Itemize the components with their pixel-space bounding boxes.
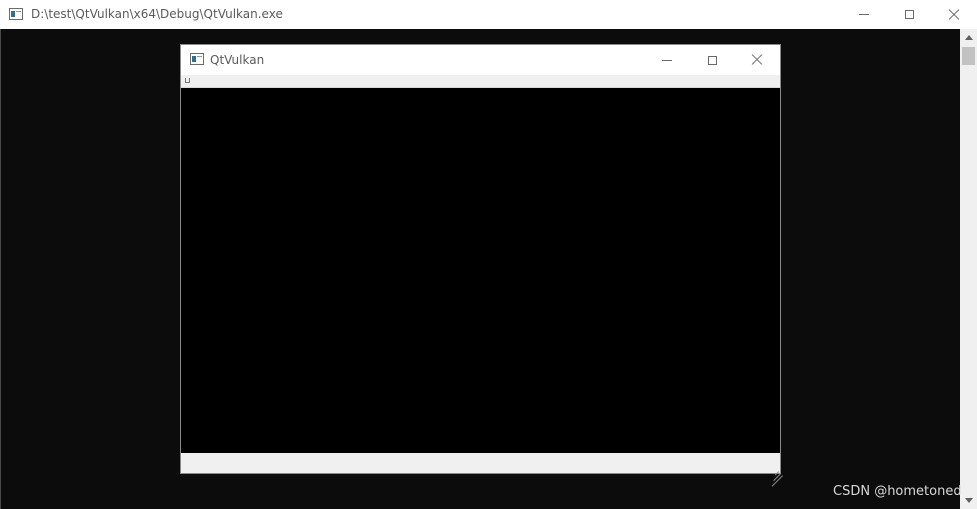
scroll-up-button[interactable] bbox=[960, 29, 977, 46]
close-icon bbox=[948, 9, 960, 21]
maximize-icon bbox=[707, 55, 717, 65]
minimize-icon bbox=[662, 59, 672, 61]
qt-window-title: QtVulkan bbox=[210, 53, 265, 67]
watermark: CSDN @hometoned bbox=[833, 484, 962, 499]
console-minimize-button[interactable] bbox=[841, 0, 887, 29]
qt-minimize-button[interactable] bbox=[644, 45, 690, 75]
arrow-down-icon bbox=[964, 498, 973, 503]
qtvulkan-window[interactable]: QtVulkan bbox=[180, 44, 783, 487]
console-close-button[interactable] bbox=[931, 0, 977, 29]
qt-toolbar bbox=[181, 75, 780, 88]
console-maximize-button[interactable] bbox=[886, 0, 932, 29]
qt-maximize-button[interactable] bbox=[689, 45, 735, 75]
console-titlebar[interactable]: D:\test\QtVulkan\x64\Debug\QtVulkan.exe bbox=[0, 0, 977, 29]
arrow-up-icon bbox=[964, 35, 973, 40]
vulkan-render-area[interactable] bbox=[181, 88, 780, 453]
size-grip-icon[interactable] bbox=[767, 460, 783, 487]
qt-close-button[interactable] bbox=[734, 45, 780, 75]
qt-app-icon[interactable] bbox=[190, 53, 204, 65]
close-icon bbox=[751, 54, 763, 66]
maximize-icon bbox=[904, 10, 914, 19]
console-app-icon[interactable] bbox=[9, 8, 23, 20]
minimize-icon bbox=[859, 14, 869, 15]
toolbar-handle-icon[interactable] bbox=[185, 78, 190, 83]
console-window-title: D:\test\QtVulkan\x64\Debug\QtVulkan.exe bbox=[31, 7, 283, 21]
console-border bbox=[0, 29, 1, 509]
scroll-thumb[interactable] bbox=[962, 47, 975, 65]
console-scrollbar[interactable] bbox=[960, 29, 977, 509]
qt-statusbar bbox=[181, 453, 783, 487]
qt-titlebar[interactable]: QtVulkan bbox=[181, 45, 780, 75]
scroll-down-button[interactable] bbox=[960, 492, 977, 509]
